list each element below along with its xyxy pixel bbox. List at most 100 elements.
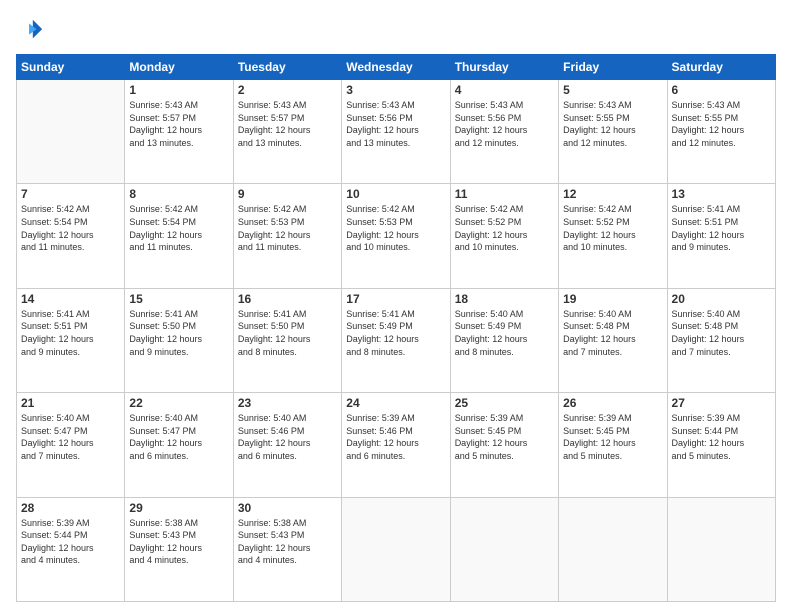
header-cell-tuesday: Tuesday [233,55,341,80]
day-number: 24 [346,396,445,410]
day-info: Sunrise: 5:43 AM Sunset: 5:56 PM Dayligh… [346,99,445,149]
header-cell-monday: Monday [125,55,233,80]
day-info: Sunrise: 5:39 AM Sunset: 5:45 PM Dayligh… [455,412,554,462]
header-cell-friday: Friday [559,55,667,80]
week-row-2: 7 Sunrise: 5:42 AM Sunset: 5:54 PM Daylig… [17,184,776,288]
day-info: Sunrise: 5:39 AM Sunset: 5:44 PM Dayligh… [672,412,771,462]
header-cell-sunday: Sunday [17,55,125,80]
day-cell: 27 Sunrise: 5:39 AM Sunset: 5:44 PM Dayli… [667,393,775,497]
day-info: Sunrise: 5:39 AM Sunset: 5:44 PM Dayligh… [21,517,120,567]
day-cell: 13 Sunrise: 5:41 AM Sunset: 5:51 PM Dayli… [667,184,775,288]
day-info: Sunrise: 5:38 AM Sunset: 5:43 PM Dayligh… [129,517,228,567]
day-cell: 17 Sunrise: 5:41 AM Sunset: 5:49 PM Dayli… [342,288,450,392]
day-info: Sunrise: 5:41 AM Sunset: 5:49 PM Dayligh… [346,308,445,358]
day-cell: 9 Sunrise: 5:42 AM Sunset: 5:53 PM Daylig… [233,184,341,288]
day-cell: 24Sunrise: 5:39 AM Sunset: 5:46 PM Dayli… [342,393,450,497]
day-info: Sunrise: 5:43 AM Sunset: 5:57 PM Dayligh… [129,99,228,149]
day-info: Sunrise: 5:43 AM Sunset: 5:56 PM Dayligh… [455,99,554,149]
day-number: 4 [455,83,554,97]
day-number: 17 [346,292,445,306]
day-number: 3 [346,83,445,97]
day-cell: 3 Sunrise: 5:43 AM Sunset: 5:56 PM Daylig… [342,80,450,184]
day-number: 14 [21,292,120,306]
day-cell: 6 Sunrise: 5:43 AM Sunset: 5:55 PM Daylig… [667,80,775,184]
day-number: 10 [346,187,445,201]
day-number: 19 [563,292,662,306]
day-number: 16 [238,292,337,306]
day-number: 20 [672,292,771,306]
day-cell [342,497,450,601]
day-info: Sunrise: 5:40 AM Sunset: 5:49 PM Dayligh… [455,308,554,358]
day-info: Sunrise: 5:40 AM Sunset: 5:48 PM Dayligh… [672,308,771,358]
header-cell-thursday: Thursday [450,55,558,80]
day-cell: 2 Sunrise: 5:43 AM Sunset: 5:57 PM Daylig… [233,80,341,184]
day-number: 15 [129,292,228,306]
day-cell [559,497,667,601]
day-number: 1 [129,83,228,97]
day-cell: 12Sunrise: 5:42 AM Sunset: 5:52 PM Dayli… [559,184,667,288]
day-number: 26 [563,396,662,410]
day-number: 7 [21,187,120,201]
day-cell: 23Sunrise: 5:40 AM Sunset: 5:46 PM Dayli… [233,393,341,497]
day-cell: 26Sunrise: 5:39 AM Sunset: 5:45 PM Dayli… [559,393,667,497]
day-cell: 7 Sunrise: 5:42 AM Sunset: 5:54 PM Daylig… [17,184,125,288]
day-info: Sunrise: 5:41 AM Sunset: 5:50 PM Dayligh… [129,308,228,358]
day-cell: 10Sunrise: 5:42 AM Sunset: 5:53 PM Dayli… [342,184,450,288]
day-cell: 5Sunrise: 5:43 AM Sunset: 5:55 PM Daylig… [559,80,667,184]
day-number: 9 [238,187,337,201]
day-cell: 19Sunrise: 5:40 AM Sunset: 5:48 PM Dayli… [559,288,667,392]
day-cell: 16 Sunrise: 5:41 AM Sunset: 5:50 PM Dayli… [233,288,341,392]
day-number: 6 [672,83,771,97]
day-cell: 20 Sunrise: 5:40 AM Sunset: 5:48 PM Dayli… [667,288,775,392]
day-cell: 21 Sunrise: 5:40 AM Sunset: 5:47 PM Dayli… [17,393,125,497]
day-cell [450,497,558,601]
page: SundayMondayTuesdayWednesdayThursdayFrid… [0,0,792,612]
day-info: Sunrise: 5:41 AM Sunset: 5:51 PM Dayligh… [672,203,771,253]
day-cell: 4 Sunrise: 5:43 AM Sunset: 5:56 PM Daylig… [450,80,558,184]
header [16,16,776,44]
day-cell: 1 Sunrise: 5:43 AM Sunset: 5:57 PM Daylig… [125,80,233,184]
logo [16,16,48,44]
day-cell: 25 Sunrise: 5:39 AM Sunset: 5:45 PM Dayli… [450,393,558,497]
day-cell: 22Sunrise: 5:40 AM Sunset: 5:47 PM Dayli… [125,393,233,497]
day-info: Sunrise: 5:43 AM Sunset: 5:57 PM Dayligh… [238,99,337,149]
day-info: Sunrise: 5:41 AM Sunset: 5:50 PM Dayligh… [238,308,337,358]
day-cell: 15 Sunrise: 5:41 AM Sunset: 5:50 PM Dayli… [125,288,233,392]
day-number: 8 [129,187,228,201]
logo-icon [16,16,44,44]
calendar-table: SundayMondayTuesdayWednesdayThursdayFrid… [16,54,776,602]
day-number: 11 [455,187,554,201]
day-number: 2 [238,83,337,97]
day-number: 13 [672,187,771,201]
day-number: 30 [238,501,337,515]
header-row: SundayMondayTuesdayWednesdayThursdayFrid… [17,55,776,80]
day-info: Sunrise: 5:42 AM Sunset: 5:54 PM Dayligh… [129,203,228,253]
day-cell [17,80,125,184]
header-cell-saturday: Saturday [667,55,775,80]
calendar-body: 1 Sunrise: 5:43 AM Sunset: 5:57 PM Daylig… [17,80,776,602]
day-cell: 8 Sunrise: 5:42 AM Sunset: 5:54 PM Daylig… [125,184,233,288]
week-row-1: 1 Sunrise: 5:43 AM Sunset: 5:57 PM Daylig… [17,80,776,184]
day-number: 21 [21,396,120,410]
day-info: Sunrise: 5:38 AM Sunset: 5:43 PM Dayligh… [238,517,337,567]
day-number: 28 [21,501,120,515]
day-info: Sunrise: 5:40 AM Sunset: 5:47 PM Dayligh… [21,412,120,462]
day-info: Sunrise: 5:43 AM Sunset: 5:55 PM Dayligh… [672,99,771,149]
day-number: 27 [672,396,771,410]
day-cell: 29 Sunrise: 5:38 AM Sunset: 5:43 PM Dayli… [125,497,233,601]
day-info: Sunrise: 5:43 AM Sunset: 5:55 PM Dayligh… [563,99,662,149]
week-row-3: 14Sunrise: 5:41 AM Sunset: 5:51 PM Dayli… [17,288,776,392]
day-cell: 28 Sunrise: 5:39 AM Sunset: 5:44 PM Dayli… [17,497,125,601]
day-cell: 14Sunrise: 5:41 AM Sunset: 5:51 PM Dayli… [17,288,125,392]
day-cell: 18Sunrise: 5:40 AM Sunset: 5:49 PM Dayli… [450,288,558,392]
day-info: Sunrise: 5:42 AM Sunset: 5:54 PM Dayligh… [21,203,120,253]
day-info: Sunrise: 5:42 AM Sunset: 5:52 PM Dayligh… [455,203,554,253]
day-cell: 30 Sunrise: 5:38 AM Sunset: 5:43 PM Dayli… [233,497,341,601]
week-row-4: 21 Sunrise: 5:40 AM Sunset: 5:47 PM Dayli… [17,393,776,497]
day-number: 29 [129,501,228,515]
day-cell [667,497,775,601]
day-info: Sunrise: 5:42 AM Sunset: 5:52 PM Dayligh… [563,203,662,253]
day-info: Sunrise: 5:42 AM Sunset: 5:53 PM Dayligh… [238,203,337,253]
day-cell: 11 Sunrise: 5:42 AM Sunset: 5:52 PM Dayli… [450,184,558,288]
day-number: 25 [455,396,554,410]
